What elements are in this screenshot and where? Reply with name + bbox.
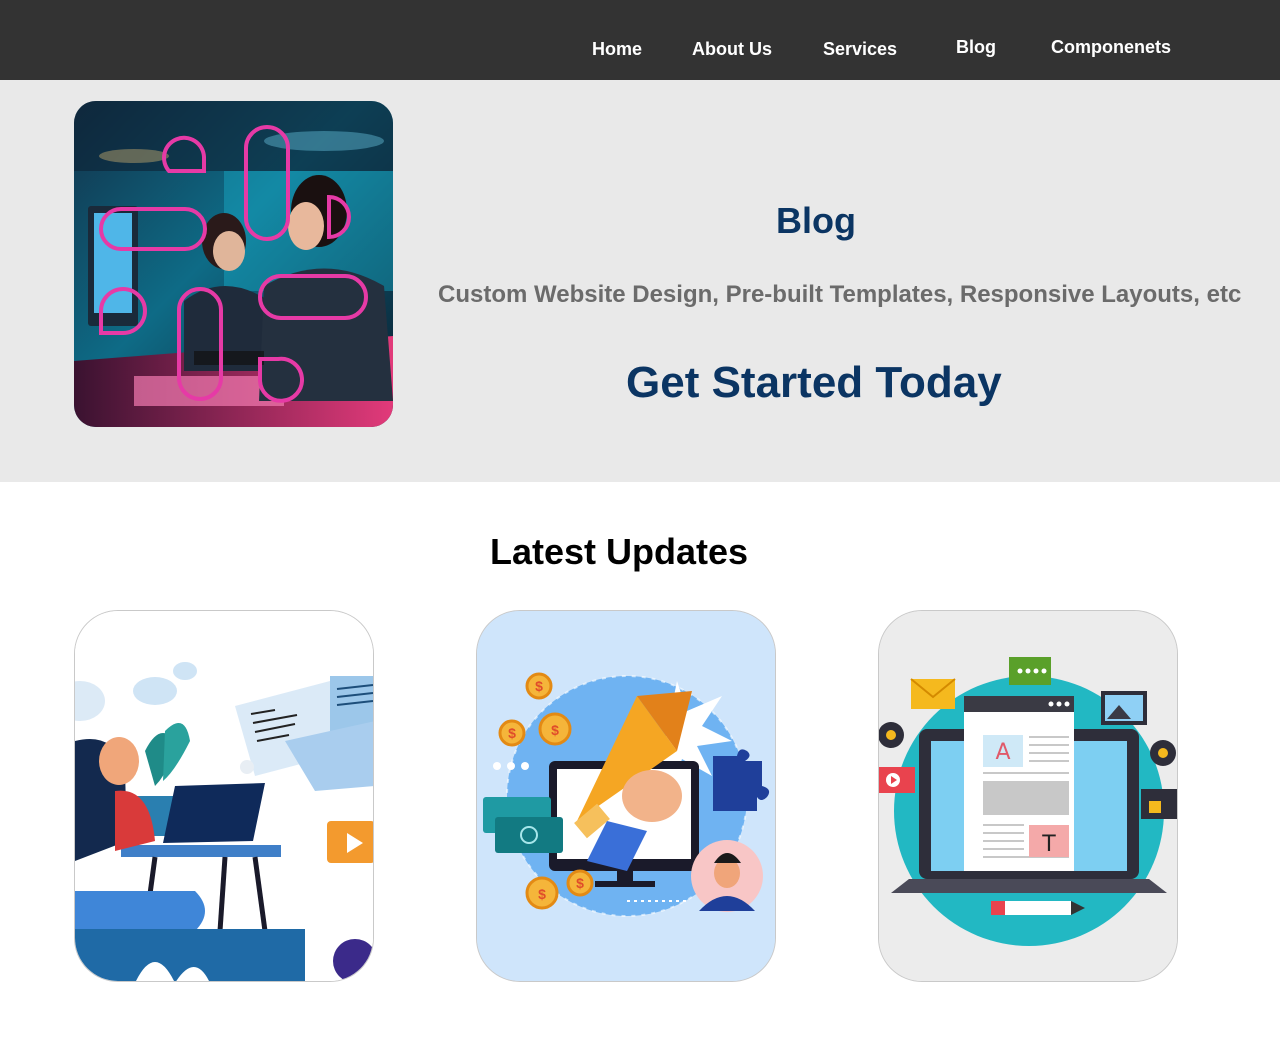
nav-home-link[interactable]: Home — [592, 39, 642, 60]
woman-at-laptop-illustration — [75, 611, 373, 981]
nav-about-link[interactable]: About Us — [692, 39, 772, 60]
svg-text:$: $ — [576, 875, 584, 891]
svg-text:$: $ — [508, 725, 516, 741]
top-navigation: Home About Us Services Blog Componenets — [0, 0, 1280, 80]
digital-marketing-megaphone-illustration: $ $ $ $ $ — [477, 611, 775, 981]
update-card-2[interactable]: $ $ $ $ $ — [476, 610, 776, 982]
update-card-1[interactable] — [74, 610, 374, 982]
nav-components-link[interactable]: Componenets — [1051, 37, 1171, 58]
web-content-laptop-illustration: A T — [879, 611, 1177, 981]
hero-subtitle: Custom Website Design, Pre-built Templat… — [438, 281, 1242, 308]
svg-text:$: $ — [538, 886, 546, 902]
hero-image — [74, 101, 393, 427]
svg-text:A: A — [995, 740, 1010, 765]
hero-title: Blog — [776, 200, 856, 241]
get-started-cta[interactable]: Get Started Today — [626, 358, 1002, 408]
update-card-3[interactable]: A T — [878, 610, 1178, 982]
svg-text:$: $ — [551, 722, 559, 738]
svg-text:T: T — [1041, 832, 1056, 857]
nav-services-link[interactable]: Services — [823, 39, 897, 60]
latest-updates-heading: Latest Updates — [490, 531, 749, 572]
nav-blog-link[interactable]: Blog — [956, 37, 996, 58]
svg-text:$: $ — [535, 678, 543, 694]
hero-section: Blog Custom Website Design, Pre-built Te… — [0, 80, 1280, 482]
